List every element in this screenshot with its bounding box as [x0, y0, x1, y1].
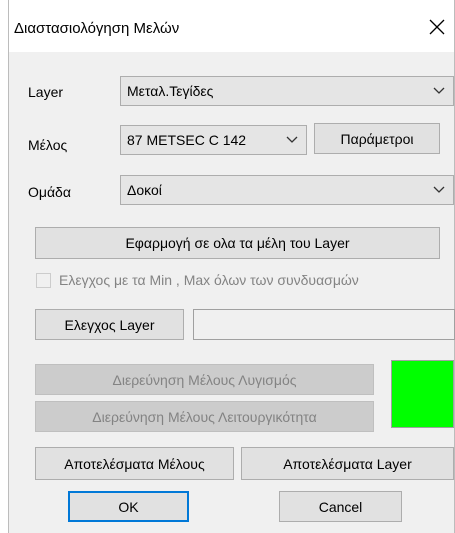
member-results-button[interactable]: Αποτελέσματα Μέλους [35, 447, 234, 480]
parameters-button[interactable]: Παράμετροι [314, 123, 440, 154]
check-layer-textbox[interactable] [193, 309, 455, 340]
group-select[interactable]: Δοκοί [120, 175, 454, 205]
minmax-checkbox-label: Ελεγχος με τα Min , Max όλων των συνδυασ… [59, 272, 359, 288]
dialog-window: Διαστασιολόγηση Μελών Layer Μεταλ.Τεγίδε… [8, 0, 455, 533]
layer-select-value: Μεταλ.Τεγίδες [127, 83, 214, 99]
chevron-down-icon [286, 136, 298, 143]
cancel-button[interactable]: Cancel [279, 491, 402, 522]
dialog-title: Διαστασιολόγηση Μελών [14, 20, 180, 37]
ok-button[interactable]: OK [68, 491, 189, 522]
title-bar: Διαστασιολόγηση Μελών [9, 0, 454, 52]
layer-select[interactable]: Μεταλ.Τεγίδες [120, 76, 454, 106]
group-label: Ομάδα [28, 184, 71, 200]
minmax-checkbox[interactable] [36, 273, 51, 288]
chevron-down-icon [433, 87, 445, 94]
close-icon [429, 19, 445, 35]
layer-results-button[interactable]: Αποτελέσματα Layer [241, 447, 454, 480]
layer-label: Layer [28, 84, 64, 100]
buckling-investigation-button[interactable]: Διερεύνηση Μέλους Λυγισμός [35, 364, 374, 395]
close-button[interactable] [424, 14, 450, 40]
status-color-swatch [391, 360, 454, 428]
group-select-value: Δοκοί [127, 182, 162, 198]
chevron-down-icon [433, 186, 445, 193]
member-select-value: 87 METSEC C 142 [127, 132, 247, 148]
apply-all-layer-button[interactable]: Εφαρμογή σε ολα τα μέλη του Layer [35, 227, 440, 259]
serviceability-investigation-button[interactable]: Διερεύνηση Μέλους Λειτουργικότητα [35, 401, 374, 432]
member-label: Μέλος [28, 137, 68, 153]
member-select[interactable]: 87 METSEC C 142 [120, 125, 307, 155]
check-layer-button[interactable]: Ελεγχος Layer [35, 309, 184, 340]
